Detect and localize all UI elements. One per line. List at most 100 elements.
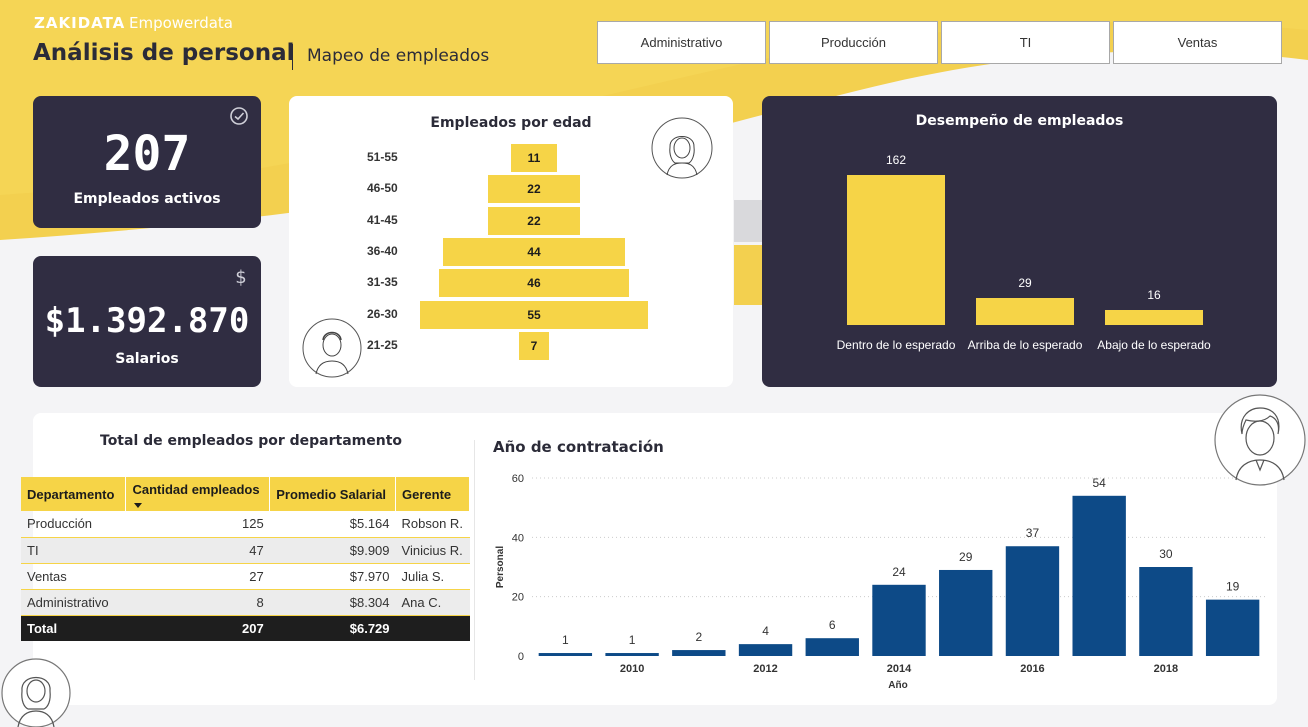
cell-department: Producción bbox=[21, 511, 126, 538]
hire-bar[interactable] bbox=[1205, 599, 1260, 656]
cell-department: TI bbox=[21, 537, 126, 564]
kpi-salaries: $ $1.392.870 Salarios bbox=[33, 256, 261, 387]
age-label: 51-55 bbox=[367, 150, 398, 164]
hire-data-label: 30 bbox=[1159, 547, 1173, 561]
hire-bar[interactable] bbox=[1072, 495, 1126, 656]
dept-table: Departamento Cantidad empleados Promedio… bbox=[21, 477, 470, 641]
hire-data-label: 19 bbox=[1226, 580, 1240, 594]
hire-data-label: 1 bbox=[629, 633, 636, 647]
performance-bar[interactable] bbox=[847, 175, 945, 325]
table-row[interactable]: TI 47 $9.909 Vinicius R. bbox=[21, 537, 470, 564]
hire-data-label: 4 bbox=[762, 624, 769, 638]
age-label: 26-30 bbox=[367, 306, 398, 321]
age-label: 46-50 bbox=[367, 181, 398, 196]
cell-department: Administrativo bbox=[21, 589, 126, 616]
performance-chart-panel: Desempeño de empleados 162 Dentro de lo e… bbox=[762, 96, 1277, 387]
woman-bottom-avatar-icon bbox=[1, 658, 71, 727]
cell-salary: $7.970 bbox=[269, 563, 396, 590]
performance-value-label: 162 bbox=[885, 153, 907, 167]
hire-data-label: 1 bbox=[562, 633, 569, 647]
filter-produccion-button[interactable]: Producción bbox=[769, 21, 938, 64]
performance-category-label: Dentro de lo esperado bbox=[836, 338, 956, 352]
filter-ti-button[interactable]: TI bbox=[941, 21, 1110, 64]
kpi-salaries-label: Salarios bbox=[115, 351, 179, 367]
age-bar[interactable]: 11 bbox=[511, 144, 557, 172]
age-bar[interactable]: 22 bbox=[488, 175, 580, 204]
age-bar[interactable]: 46 bbox=[438, 269, 630, 298]
dept-col-salary[interactable]: Promedio Salarial bbox=[269, 477, 397, 511]
dept-col-manager-label: Gerente bbox=[402, 486, 452, 502]
cell-salary: $5.164 bbox=[269, 511, 396, 538]
cell-count: 47 bbox=[125, 537, 270, 564]
cell-manager: Julia S. bbox=[395, 563, 470, 590]
cell-department: Ventas bbox=[21, 563, 126, 590]
man-curly-avatar-icon bbox=[1214, 394, 1306, 486]
kpi-active-employees-label: Empleados activos bbox=[73, 191, 221, 207]
dept-col-count[interactable]: Cantidad empleados bbox=[125, 477, 271, 511]
dept-col-count-label: Cantidad empleados bbox=[132, 481, 260, 497]
cell-manager: Vinicius R. bbox=[395, 537, 470, 564]
cell-total-count: 207 bbox=[125, 615, 270, 641]
x-tick-label: 2014 bbox=[887, 663, 912, 675]
table-row[interactable]: Ventas 27 $7.970 Julia S. bbox=[21, 563, 470, 590]
hire-bar[interactable] bbox=[1139, 567, 1193, 656]
filter-ventas-button[interactable]: Ventas bbox=[1113, 21, 1282, 64]
cell-total-label: Total bbox=[21, 615, 126, 641]
age-bar[interactable]: 22 bbox=[488, 206, 580, 235]
x-tick-label: 2016 bbox=[1020, 663, 1044, 675]
dept-col-manager[interactable]: Gerente bbox=[395, 477, 470, 511]
hire-data-label: 37 bbox=[1026, 526, 1040, 540]
cell-salary: $9.909 bbox=[269, 537, 396, 564]
x-axis-label: Año bbox=[888, 680, 907, 691]
woman-avatar-icon bbox=[651, 117, 713, 179]
hire-bar[interactable] bbox=[805, 638, 859, 656]
table-row[interactable]: Administrativo 8 $8.304 Ana C. bbox=[21, 589, 470, 616]
dept-table-title: Total de empleados por departamento bbox=[100, 433, 403, 449]
performance-bar[interactable] bbox=[976, 298, 1074, 325]
age-chart-panel: Empleados por edad 51-55 11 46-50 22 41-45 22… bbox=[289, 96, 733, 387]
hire-data-label: 24 bbox=[892, 565, 906, 579]
performance-bar[interactable] bbox=[1105, 310, 1203, 325]
performance-value-label: 16 bbox=[1147, 288, 1161, 303]
hire-bar[interactable] bbox=[872, 584, 926, 656]
hire-bar[interactable] bbox=[939, 569, 993, 656]
svg-text:$: $ bbox=[235, 267, 246, 288]
kpi-salaries-value: $1.392.870 bbox=[44, 301, 250, 341]
kpi-active-employees: 207 Empleados activos bbox=[33, 96, 261, 228]
x-tick-label: 2012 bbox=[753, 663, 777, 675]
age-bar[interactable]: 44 bbox=[442, 237, 626, 266]
table-row[interactable]: Producción 125 $5.164 Robson R. bbox=[21, 511, 470, 538]
y-tick-label: 20 bbox=[512, 592, 524, 604]
hire-data-label: 29 bbox=[959, 550, 973, 564]
hire-bar[interactable] bbox=[672, 650, 726, 656]
logo: ZAKIDATA bbox=[34, 14, 126, 32]
hire-bar[interactable] bbox=[738, 644, 793, 656]
age-label: 41-45 bbox=[367, 212, 398, 227]
hire-data-label: 54 bbox=[1093, 476, 1107, 490]
cell-count: 27 bbox=[125, 563, 270, 590]
performance-value-label: 29 bbox=[1018, 276, 1032, 291]
age-bar[interactable]: 7 bbox=[519, 331, 549, 360]
x-tick-label: 2018 bbox=[1154, 663, 1178, 675]
age-label: 36-40 bbox=[367, 243, 398, 258]
hire-chart: 0204060Personal1 1 2 4 62429375430192010 2012… bbox=[495, 473, 1266, 691]
y-tick-label: 0 bbox=[518, 651, 524, 663]
cell-manager: Robson R. bbox=[395, 511, 470, 538]
y-tick-label: 40 bbox=[512, 532, 524, 544]
dept-col-salary-label: Promedio Salarial bbox=[276, 486, 387, 502]
cell-total-salary: $6.729 bbox=[269, 615, 396, 641]
hire-bar[interactable] bbox=[605, 653, 659, 656]
filter-administrativo-button[interactable]: Administrativo bbox=[597, 21, 766, 64]
man-avatar-icon bbox=[302, 318, 362, 378]
y-tick-label: 60 bbox=[512, 473, 524, 485]
age-bar[interactable]: 55 bbox=[420, 300, 648, 329]
title-divider bbox=[292, 44, 293, 70]
hire-bar[interactable] bbox=[1005, 546, 1060, 656]
dept-col-department[interactable]: Departamento bbox=[21, 477, 127, 511]
hire-bar[interactable] bbox=[538, 653, 593, 656]
cell-salary: $8.304 bbox=[269, 589, 396, 616]
dollar-icon: $ bbox=[233, 266, 249, 292]
hire-data-label: 6 bbox=[829, 618, 836, 632]
age-label: 21-25 bbox=[367, 337, 398, 352]
age-label: 31-35 bbox=[367, 275, 398, 290]
